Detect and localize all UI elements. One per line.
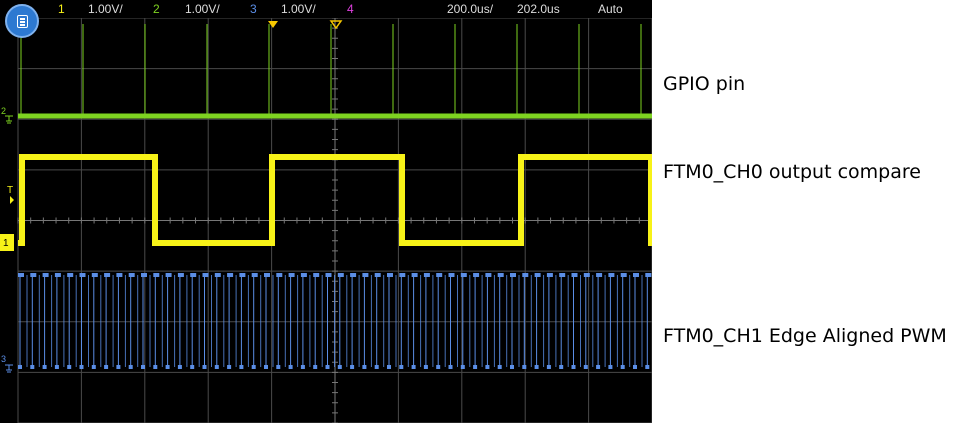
timebase-scale[interactable]: 200.0us/ xyxy=(447,2,493,16)
annotation-ftm0-ch0: FTM0_CH0 output compare xyxy=(663,161,921,183)
ch3-pwm-trace xyxy=(18,273,652,369)
oscilloscope-display: 2 T 1 3 1 1.00V/ 2 1.00V/ 3 1.00V/ 4 200… xyxy=(0,0,652,423)
trigger-mode[interactable]: Auto xyxy=(598,2,623,16)
status-bar: 1 1.00V/ 2 1.00V/ 3 1.00V/ 4 200.0us/ 20… xyxy=(0,0,652,18)
delay-marker xyxy=(329,20,343,30)
ch1-scale[interactable]: 1.00V/ xyxy=(88,2,123,16)
ch2-label[interactable]: 2 xyxy=(153,2,160,16)
ch3-ground-icon xyxy=(5,364,13,373)
ch1-label[interactable]: 1 xyxy=(58,2,65,16)
menu-icon xyxy=(17,15,28,28)
ch1-ground-marker: 1 xyxy=(3,238,9,249)
ch2-scale[interactable]: 1.00V/ xyxy=(185,2,220,16)
ch2-gpio-spikes xyxy=(20,24,642,116)
annotation-gpio-pin: GPIO pin xyxy=(663,73,746,95)
trigger-level-icon xyxy=(10,196,14,204)
ch4-label[interactable]: 4 xyxy=(347,2,354,16)
annotation-ftm0-ch1: FTM0_CH1 Edge Aligned PWM xyxy=(663,325,947,347)
ch3-ground-marker: 3 xyxy=(1,354,6,364)
menu-button[interactable] xyxy=(5,4,39,38)
ch3-label[interactable]: 3 xyxy=(250,2,257,16)
ch2-ground-icon xyxy=(5,115,13,124)
trigger-level-marker: T xyxy=(7,185,13,196)
waveform-area: 2 T 1 3 xyxy=(0,17,652,423)
ch2-ground-marker: 2 xyxy=(1,106,6,116)
trigger-delay[interactable]: 202.0us xyxy=(517,2,560,16)
ch3-scale[interactable]: 1.00V/ xyxy=(281,2,316,16)
